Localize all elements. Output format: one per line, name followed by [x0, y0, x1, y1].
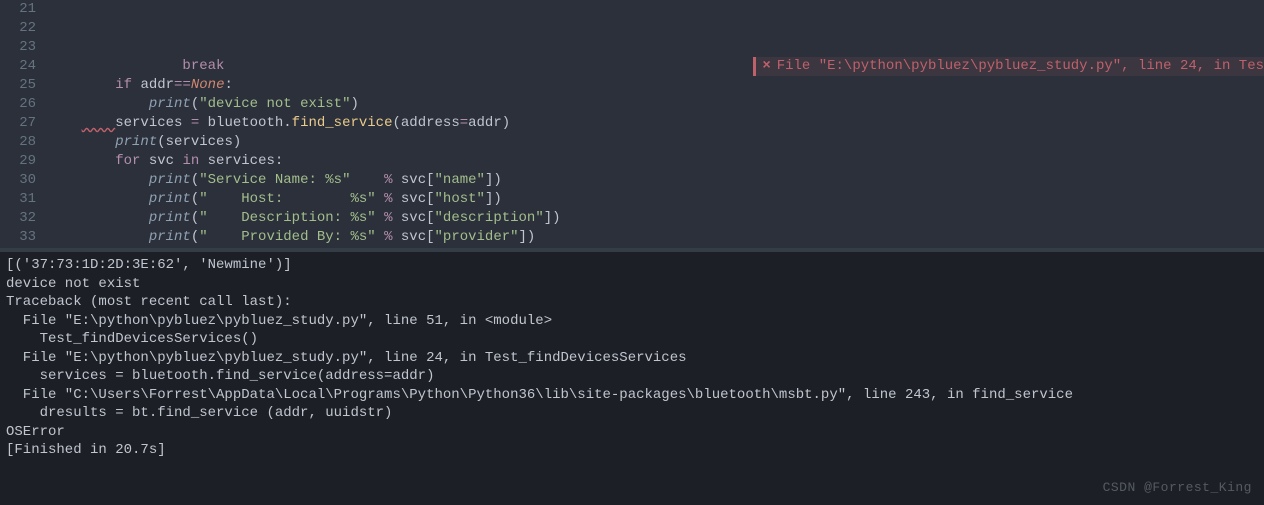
inline-error-text: File "E:\python\pybluez\pybluez_study.py…	[777, 57, 1264, 76]
line-number: 23	[0, 38, 36, 57]
error-close-icon[interactable]: ×	[762, 57, 770, 76]
code-line[interactable]: services = bluetooth.find_service(addres…	[48, 114, 1264, 133]
line-number-gutter: 21222324252627282930313233	[0, 0, 48, 248]
code-line[interactable]: for svc in services:	[48, 152, 1264, 171]
line-number: 24	[0, 57, 36, 76]
line-number: 25	[0, 76, 36, 95]
line-number: 33	[0, 228, 36, 247]
code-line[interactable]: print(" Description: %s" % svc["descript…	[48, 209, 1264, 228]
line-number: 32	[0, 209, 36, 228]
code-line[interactable]: print(" Host: %s" % svc["host"])	[48, 190, 1264, 209]
line-number: 26	[0, 95, 36, 114]
line-number: 28	[0, 133, 36, 152]
code-line[interactable]: print(services)	[48, 133, 1264, 152]
watermark-text: CSDN @Forrest_King	[1103, 480, 1252, 495]
code-line[interactable]: print(" Protocol: %s" % svc["protocol"])	[48, 247, 1264, 248]
code-line[interactable]: if addr==None:	[48, 76, 1264, 95]
inline-error[interactable]: × File "E:\python\pybluez\pybluez_study.…	[753, 57, 1264, 76]
line-number: 22	[0, 19, 36, 38]
line-number: 30	[0, 171, 36, 190]
code-line[interactable]: print("device not exist")	[48, 95, 1264, 114]
code-line[interactable]: print("Service Name: %s" % svc["name"])	[48, 171, 1264, 190]
line-number: 31	[0, 190, 36, 209]
line-number: 27	[0, 114, 36, 133]
terminal-output[interactable]: [('37:73:1D:2D:3E:62', 'Newmine')] devic…	[0, 252, 1264, 505]
code-content[interactable]: × File "E:\python\pybluez\pybluez_study.…	[48, 0, 1264, 248]
line-number: 29	[0, 152, 36, 171]
line-number: 21	[0, 0, 36, 19]
code-line[interactable]: print(" Provided By: %s" % svc["provider…	[48, 228, 1264, 247]
code-editor[interactable]: 21222324252627282930313233 × File "E:\py…	[0, 0, 1264, 248]
